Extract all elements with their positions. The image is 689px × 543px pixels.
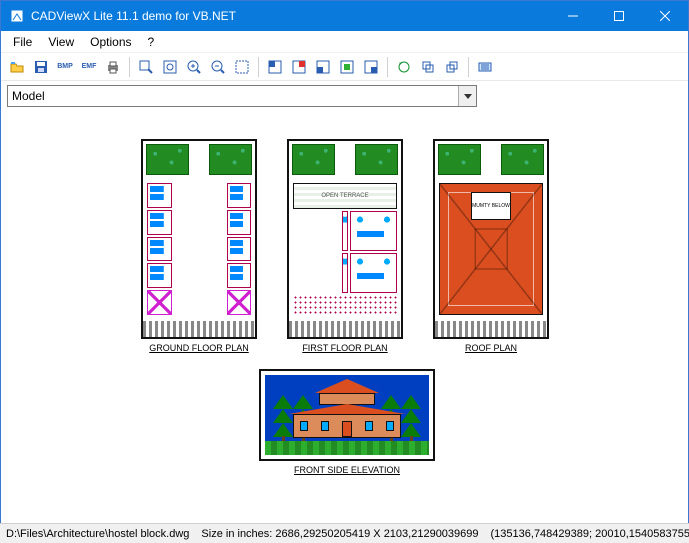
status-size-label: Size in inches: xyxy=(201,528,272,540)
menu-bar: File View Options ? xyxy=(1,31,688,53)
menu-view[interactable]: View xyxy=(40,33,82,51)
drawing-ground-floor xyxy=(141,139,257,339)
label-elevation: FRONT SIDE ELEVATION xyxy=(259,465,435,475)
app-icon xyxy=(9,8,25,24)
save-button[interactable] xyxy=(29,55,53,79)
tool-button-7[interactable] xyxy=(416,55,440,79)
tool-button-5[interactable] xyxy=(359,55,383,79)
window-title: CADViewX Lite 11.1 demo for VB.NET xyxy=(31,9,236,23)
open-terrace-label: OPEN TERRACE xyxy=(293,183,397,209)
tool-button-1[interactable] xyxy=(263,55,287,79)
label-roof: ROOF PLAN xyxy=(433,343,549,353)
drawing-elevation xyxy=(259,369,435,461)
chevron-down-icon xyxy=(458,86,476,106)
toolbar: BMP EMF xyxy=(1,53,688,81)
menu-help[interactable]: ? xyxy=(140,33,163,51)
open-button[interactable] xyxy=(5,55,29,79)
zoom-window-button[interactable] xyxy=(134,55,158,79)
print-button[interactable] xyxy=(101,55,125,79)
tool-button-4[interactable] xyxy=(335,55,359,79)
layout-selector[interactable]: Model xyxy=(7,85,477,107)
status-bar: D:\Files\Architecture\hostel block.dwg S… xyxy=(0,523,689,543)
menu-file[interactable]: File xyxy=(5,33,40,51)
tool-button-9[interactable] xyxy=(473,55,497,79)
mumty-label: MUMTY BELOW xyxy=(471,192,511,220)
status-coords: (135136,748429389; 20010,1540583755 xyxy=(491,528,689,540)
label-ground-floor: GROUND FLOOR PLAN xyxy=(141,343,257,353)
tool-button-3[interactable] xyxy=(311,55,335,79)
zoom-extents-button[interactable] xyxy=(158,55,182,79)
drawing-canvas[interactable]: GROUND FLOOR PLAN OPEN TERRACE FIRST FLO… xyxy=(1,111,688,521)
status-path: D:\Files\Architecture\hostel block.dwg xyxy=(6,528,189,540)
status-size: 2686,29250205419 X 2103,21290039699 xyxy=(275,528,478,540)
export-bmp-button[interactable]: BMP xyxy=(53,55,77,79)
minimize-button[interactable] xyxy=(550,1,596,31)
fit-button[interactable] xyxy=(230,55,254,79)
drawing-first-floor: OPEN TERRACE xyxy=(287,139,403,339)
maximize-button[interactable] xyxy=(596,1,642,31)
export-emf-button[interactable]: EMF xyxy=(77,55,101,79)
zoom-out-button[interactable] xyxy=(206,55,230,79)
layout-selector-value: Model xyxy=(12,89,45,103)
tool-button-2[interactable] xyxy=(287,55,311,79)
tool-button-8[interactable] xyxy=(440,55,464,79)
drawing-roof: MUMTY BELOW xyxy=(433,139,549,339)
label-first-floor: FIRST FLOOR PLAN xyxy=(287,343,403,353)
close-button[interactable] xyxy=(642,1,688,31)
tool-button-6[interactable] xyxy=(392,55,416,79)
zoom-in-button[interactable] xyxy=(182,55,206,79)
menu-options[interactable]: Options xyxy=(82,33,139,51)
